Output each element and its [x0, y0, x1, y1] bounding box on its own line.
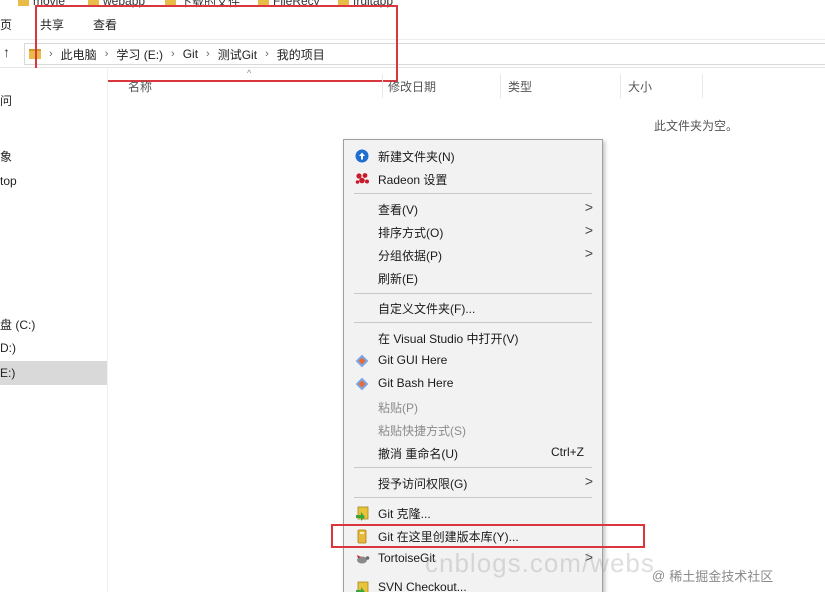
- breadcrumb-drive-e[interactable]: 学习 (E:): [116, 46, 163, 63]
- menu-item-view[interactable]: 查看(V) >: [344, 197, 602, 220]
- menu-item-git-clone[interactable]: Git 克隆...: [344, 501, 602, 524]
- sidebar-item-quick-access[interactable]: 问: [0, 89, 107, 111]
- favorite-item[interactable]: fruitapp: [338, 0, 393, 8]
- svn-checkout-icon: [354, 580, 370, 592]
- menu-item-new-folder[interactable]: 新建文件夹(N): [344, 144, 602, 167]
- column-divider[interactable]: [620, 74, 621, 98]
- menu-item-paste-shortcut[interactable]: 粘贴快捷方式(S): [344, 418, 602, 441]
- tab-page[interactable]: 页: [0, 16, 12, 33]
- menu-item-sort-by[interactable]: 排序方式(O) >: [344, 220, 602, 243]
- column-header-name[interactable]: 名称: [128, 74, 152, 98]
- git-icon: [354, 353, 370, 369]
- sidebar-item-desktop[interactable]: top: [0, 170, 107, 192]
- favorite-item[interactable]: movie: [18, 0, 65, 8]
- folder-icon: [88, 0, 99, 6]
- breadcrumb-my-project[interactable]: 我的项目: [277, 46, 325, 63]
- menu-item-refresh[interactable]: 刷新(E): [344, 266, 602, 289]
- shortcut-label: Ctrl+Z: [551, 445, 584, 459]
- menu-separator: [354, 467, 592, 468]
- menu-item-radeon-settings[interactable]: Radeon 设置: [344, 167, 602, 190]
- tab-view[interactable]: 查看: [93, 16, 117, 33]
- address-row: ↑ › 此电脑 › 学习 (E:) › Git › 测试Git › 我的项目: [0, 40, 825, 68]
- overlay-watermark: cnblogs.com/webs: [425, 548, 655, 578]
- column-header-size[interactable]: 大小: [628, 74, 652, 98]
- sidebar-item-drive-c[interactable]: 盘 (C:): [0, 313, 107, 335]
- chevron-right-icon[interactable]: ›: [171, 48, 175, 60]
- menu-separator: [354, 193, 592, 194]
- menu-separator: [354, 497, 592, 498]
- column-header-type[interactable]: 类型: [508, 74, 532, 98]
- breadcrumb-this-pc[interactable]: 此电脑: [61, 46, 97, 63]
- breadcrumb-test-git[interactable]: 测试Git: [218, 46, 257, 63]
- folder-icon: [338, 0, 349, 6]
- submenu-arrow-icon: >: [584, 222, 593, 238]
- menu-item-customize-folder[interactable]: 自定义文件夹(F)...: [344, 296, 602, 319]
- radeon-icon: [354, 171, 370, 187]
- folder-icon: [29, 49, 41, 59]
- address-bar[interactable]: › 此电脑 › 学习 (E:) › Git › 测试Git › 我的项目: [24, 43, 825, 65]
- column-divider[interactable]: [382, 74, 383, 98]
- submenu-arrow-icon: >: [584, 245, 593, 261]
- folder-icon: [165, 0, 176, 6]
- column-header-modified[interactable]: 修改日期: [388, 74, 436, 98]
- favorite-item[interactable]: 下载的文件: [165, 0, 240, 8]
- tortoisegit-icon: [354, 551, 370, 567]
- context-menu: 新建文件夹(N) Radeon 设置 查看(V) > 排序方式(O) > 分组依…: [343, 139, 603, 592]
- up-arrow-icon[interactable]: ↑: [3, 44, 10, 60]
- folder-icon: [258, 0, 269, 6]
- tortoisegit-repo-icon: [354, 528, 370, 544]
- menu-item-undo-rename[interactable]: 撤消 重命名(U) Ctrl+Z: [344, 441, 602, 464]
- sort-caret-icon: ^: [247, 68, 252, 78]
- sidebar-item-3d-objects[interactable]: 象: [0, 145, 107, 167]
- site-watermark: @ 稀土掘金技术社区: [652, 568, 774, 584]
- column-divider[interactable]: [500, 74, 501, 98]
- menu-item-open-in-visual-studio[interactable]: 在 Visual Studio 中打开(V): [344, 326, 602, 349]
- menu-separator: [354, 322, 592, 323]
- menu-item-git-create-repo[interactable]: Git 在这里创建版本库(Y)...: [344, 524, 602, 547]
- sidebar-item-drive-d[interactable]: D:): [0, 337, 107, 359]
- submenu-arrow-icon: >: [584, 199, 593, 215]
- column-divider[interactable]: [702, 74, 703, 98]
- breadcrumb-git[interactable]: Git: [183, 47, 198, 61]
- menu-item-give-access[interactable]: 授予访问权限(G) >: [344, 471, 602, 494]
- git-icon: [354, 376, 370, 392]
- favorite-item[interactable]: webapp: [88, 0, 145, 8]
- chevron-right-icon[interactable]: ›: [206, 48, 210, 60]
- menu-separator: [354, 293, 592, 294]
- chevron-right-icon[interactable]: ›: [49, 48, 53, 60]
- tortoisegit-clone-icon: [354, 505, 370, 521]
- tab-share[interactable]: 共享: [40, 16, 64, 33]
- chevron-right-icon[interactable]: ›: [105, 48, 109, 60]
- menu-item-group-by[interactable]: 分组依据(P) >: [344, 243, 602, 266]
- favorite-item[interactable]: FileRecv: [258, 0, 320, 8]
- ribbon: 页 共享 查看: [0, 8, 825, 40]
- sidebar-item-drive-e[interactable]: E:): [0, 361, 107, 385]
- submenu-arrow-icon: >: [584, 473, 593, 489]
- favorites-bar: movie webapp 下载的文件 FileRecv fruitapp: [0, 0, 825, 8]
- navigation-pane: 问 象 top 盘 (C:) D:) E:): [0, 68, 108, 592]
- empty-folder-message: 此文件夹为空。: [654, 119, 739, 133]
- menu-item-paste[interactable]: 粘贴(P): [344, 395, 602, 418]
- menu-item-git-gui-here[interactable]: Git GUI Here: [344, 349, 602, 372]
- folder-icon: [18, 0, 29, 6]
- chevron-right-icon[interactable]: ›: [265, 48, 269, 60]
- menu-item-git-bash-here[interactable]: Git Bash Here: [344, 372, 602, 395]
- new-folder-icon: [354, 148, 370, 164]
